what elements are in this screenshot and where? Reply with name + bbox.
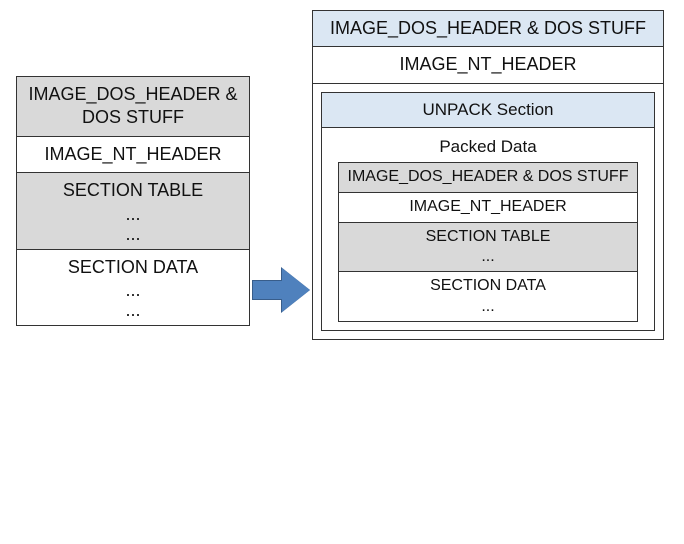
ellipsis: ... (25, 279, 241, 299)
left-dos-header: IMAGE_DOS_HEADER & DOS STUFF (17, 77, 249, 136)
ellipsis: ... (25, 223, 241, 243)
packed-dos-header: IMAGE_DOS_HEADER & DOS STUFF (339, 163, 637, 192)
packed-section-data: SECTION DATA ... (339, 271, 637, 321)
left-section-data: SECTION DATA ... ... (17, 249, 249, 325)
unpack-section-box: UNPACK Section Packed Data IMAGE_DOS_HEA… (321, 92, 655, 331)
ellipsis: ... (345, 247, 631, 267)
packed-section-data-label: SECTION DATA (430, 277, 546, 294)
right-nt-header: IMAGE_NT_HEADER (313, 46, 663, 82)
ellipsis: ... (25, 299, 241, 319)
packed-data-area: Packed Data IMAGE_DOS_HEADER & DOS STUFF… (322, 127, 654, 322)
right-pe-layout: IMAGE_DOS_HEADER & DOS STUFF IMAGE_NT_HE… (312, 10, 664, 340)
right-dos-header: IMAGE_DOS_HEADER & DOS STUFF (313, 11, 663, 46)
left-section-table-label: SECTION TABLE (63, 180, 203, 200)
packed-pe-layout: IMAGE_DOS_HEADER & DOS STUFF IMAGE_NT_HE… (338, 162, 638, 322)
left-nt-header: IMAGE_NT_HEADER (17, 136, 249, 172)
ellipsis: ... (25, 203, 241, 223)
packed-section-table-label: SECTION TABLE (426, 228, 551, 245)
unpack-section-title: UNPACK Section (322, 93, 654, 127)
packed-data-label: Packed Data (330, 134, 646, 162)
left-section-table: SECTION TABLE ... ... (17, 172, 249, 248)
left-pe-layout: IMAGE_DOS_HEADER & DOS STUFF IMAGE_NT_HE… (16, 76, 250, 326)
packed-nt-header: IMAGE_NT_HEADER (339, 192, 637, 222)
ellipsis: ... (345, 297, 631, 317)
transform-arrow-icon (252, 268, 310, 312)
left-section-data-label: SECTION DATA (68, 257, 198, 277)
packed-section-table: SECTION TABLE ... (339, 222, 637, 272)
right-unpack-section-container: UNPACK Section Packed Data IMAGE_DOS_HEA… (313, 83, 663, 331)
